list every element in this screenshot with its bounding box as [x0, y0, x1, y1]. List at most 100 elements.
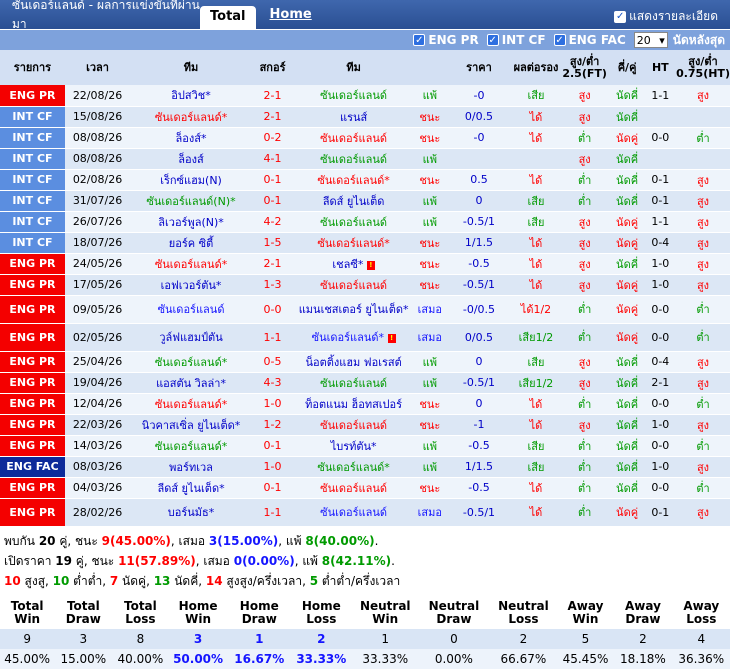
filter-eng-fac[interactable]: ✓ ENG FAC [553, 33, 626, 47]
filter-int-cf[interactable]: ✓ INT CF [486, 33, 546, 47]
home-team[interactable]: ซันเดอร์แลนด์* [130, 435, 252, 457]
home-team[interactable]: ยอร์ค ซิตี้ [130, 232, 252, 254]
match-score[interactable]: 0-1 [251, 477, 294, 499]
match-score[interactable]: 1-0 [251, 456, 294, 478]
home-team[interactable]: ลิเวอร์พูล(N)* [130, 211, 252, 233]
table-row[interactable]: ENG PR 28/02/26 บอร์นมัธ* 1-1 ซันเดอร์แลนด์เ… [0, 498, 730, 527]
match-score[interactable]: 2-1 [251, 253, 294, 275]
table-row[interactable]: ENG FAC 08/03/26 พอร์ทเวล 1-0 ซันเดอร์แลนด์*… [0, 456, 730, 478]
table-row[interactable]: ENG PR 24/05/26 ซันเดอร์แลนด์* 2-1 เชลซี* ! ช… [0, 253, 730, 275]
league-badge[interactable]: INT CF [0, 148, 65, 170]
home-team[interactable]: วูล์ฟแฮมป์ตัน [130, 323, 252, 352]
home-team[interactable]: ซันเดอร์แลนด์ [130, 295, 252, 324]
league-badge[interactable]: INT CF [0, 190, 65, 212]
home-team[interactable]: ล็องส์ [130, 148, 252, 170]
home-team[interactable]: ซันเดอร์แลนด์* [130, 106, 252, 128]
away-team[interactable]: ซันเดอร์แลนด์* [293, 169, 414, 191]
away-team[interactable]: ซันเดอร์แลนด์* ! [293, 323, 414, 352]
home-team[interactable]: ซันเดอร์แลนด์* [130, 351, 252, 373]
match-score[interactable]: 4-2 [251, 211, 294, 233]
away-team[interactable]: ซันเดอร์แลนด์ [293, 148, 414, 170]
home-team[interactable]: เร็กซ์แฮม(N) [130, 169, 252, 191]
filter-eng-pr[interactable]: ✓ ENG PR [413, 33, 479, 47]
league-badge[interactable]: INT CF [0, 211, 65, 233]
away-team[interactable]: แรนส์ [293, 106, 414, 128]
match-score[interactable]: 1-0 [251, 393, 294, 415]
table-row[interactable]: ENG PR 04/03/26 ลีดส์ ยูไนเต็ด* 0-1 ซันเดอร์… [0, 477, 730, 499]
match-score[interactable]: 1-3 [251, 274, 294, 296]
table-row[interactable]: INT CF 31/07/26 ซันเดอร์แลนด์(N)* 0-1 ลีดส์ … [0, 190, 730, 212]
away-team[interactable]: ลีดส์ ยูไนเต็ด [293, 190, 414, 212]
check-icon[interactable]: ✓ [413, 34, 426, 46]
match-score[interactable]: 0-1 [251, 435, 294, 457]
home-team[interactable]: ซันเดอร์แลนด์* [130, 393, 252, 415]
table-row[interactable]: INT CF 08/08/26 ล็องส์ 4-1 ซันเดอร์แลนด์ แพ้ ส… [0, 148, 730, 170]
table-row[interactable]: ENG PR 25/04/26 ซันเดอร์แลนด์* 0-5 น็อตติ้งแ… [0, 351, 730, 373]
table-row[interactable]: INT CF 18/07/26 ยอร์ค ซิตี้ 1-5 ซันเดอร์แลนด… [0, 232, 730, 254]
league-badge[interactable]: ENG PR [0, 498, 65, 527]
match-score[interactable]: 2-1 [251, 106, 294, 128]
away-team[interactable]: ซันเดอร์แลนด์ [293, 127, 414, 149]
home-team[interactable]: พอร์ทเวล [130, 456, 252, 478]
count-select[interactable]: 20 ▾ [633, 32, 668, 48]
table-row[interactable]: ENG PR 14/03/26 ซันเดอร์แลนด์* 0-1 ไบรท์ตัน*… [0, 435, 730, 457]
table-row[interactable]: ENG PR 12/04/26 ซันเดอร์แลนด์* 1-0 ท็อตแนม ฮ… [0, 393, 730, 415]
match-score[interactable]: 2-1 [251, 85, 294, 107]
league-badge[interactable]: INT CF [0, 169, 65, 191]
match-score[interactable]: 4-1 [251, 148, 294, 170]
league-badge[interactable]: ENG PR [0, 351, 65, 373]
match-score[interactable]: 0-1 [251, 169, 294, 191]
away-team[interactable]: ซันเดอร์แลนด์ [293, 498, 414, 527]
match-score[interactable]: 1-1 [251, 323, 294, 352]
home-team[interactable]: ซันเดอร์แลนด์* [130, 253, 252, 275]
home-team[interactable]: ล็องส์* [130, 127, 252, 149]
league-badge[interactable]: ENG PR [0, 414, 65, 436]
table-row[interactable]: ENG PR 19/04/26 แอสตัน วิลล่า* 4-3 ซันเดอร์แ… [0, 372, 730, 394]
league-badge[interactable]: ENG PR [0, 372, 65, 394]
table-row[interactable]: ENG PR 17/05/26 เอฟเวอร์ตัน* 1-3 ซันเดอร์แลน… [0, 274, 730, 296]
league-badge[interactable]: ENG FAC [0, 456, 65, 478]
check-icon[interactable]: ✓ [614, 10, 627, 23]
away-team[interactable]: ซันเดอร์แลนด์* [293, 232, 414, 254]
home-team[interactable]: ลีดส์ ยูไนเต็ด* [130, 477, 252, 499]
match-score[interactable]: 1-1 [251, 498, 294, 527]
table-row[interactable]: ENG PR 02/05/26 วูล์ฟแฮมป์ตัน 1-1 ซันเดอร์แล… [0, 323, 730, 352]
away-team[interactable]: ซันเดอร์แลนด์ [293, 414, 414, 436]
league-badge[interactable]: ENG PR [0, 435, 65, 457]
league-badge[interactable]: ENG PR [0, 323, 65, 352]
table-row[interactable]: ENG PR 22/03/26 นิวคาสเซิ่ล ยูไนเต็ด* 1-2 ซั… [0, 414, 730, 436]
home-team[interactable]: แอสตัน วิลล่า* [130, 372, 252, 394]
away-team[interactable]: ท็อตแนม ฮ็อทสเปอร์ [293, 393, 414, 415]
show-detail-toggle[interactable]: ✓ แสดงรายละเอียด [614, 7, 718, 26]
away-team[interactable]: ซันเดอร์แลนด์ [293, 274, 414, 296]
check-icon[interactable]: ✓ [553, 34, 566, 46]
league-badge[interactable]: INT CF [0, 106, 65, 128]
home-team[interactable]: ซันเดอร์แลนด์(N)* [130, 190, 252, 212]
table-row[interactable]: INT CF 26/07/26 ลิเวอร์พูล(N)* 4-2 ซันเดอร์แ… [0, 211, 730, 233]
league-badge[interactable]: ENG PR [0, 393, 65, 415]
match-score[interactable]: 0-2 [251, 127, 294, 149]
away-team[interactable]: ซันเดอร์แลนด์ [293, 85, 414, 107]
tab-total[interactable]: Total [200, 6, 256, 29]
table-row[interactable]: ENG PR 09/05/26 ซันเดอร์แลนด์ 0-0 แมนเชสเตอร… [0, 295, 730, 324]
match-score[interactable]: 0-5 [251, 351, 294, 373]
league-badge[interactable]: ENG PR [0, 253, 65, 275]
away-team[interactable]: ไบรท์ตัน* [293, 435, 414, 457]
away-team[interactable]: ซันเดอร์แลนด์ [293, 372, 414, 394]
away-team[interactable]: ซันเดอร์แลนด์ [293, 477, 414, 499]
match-score[interactable]: 1-2 [251, 414, 294, 436]
away-team[interactable]: น็อตติ้งแฮม ฟอเรสต์ [293, 351, 414, 373]
tab-home[interactable]: Home [270, 7, 312, 22]
match-score[interactable]: 0-1 [251, 190, 294, 212]
match-score[interactable]: 4-3 [251, 372, 294, 394]
away-team[interactable]: แมนเชสเตอร์ ยูไนเต็ด* [293, 295, 414, 324]
away-team[interactable]: ซันเดอร์แลนด์* [293, 456, 414, 478]
away-team[interactable]: ซันเดอร์แลนด์ [293, 211, 414, 233]
match-score[interactable]: 1-5 [251, 232, 294, 254]
away-team[interactable]: เชลซี* ! [293, 253, 414, 275]
league-badge[interactable]: INT CF [0, 127, 65, 149]
match-score[interactable]: 0-0 [251, 295, 294, 324]
league-badge[interactable]: ENG PR [0, 85, 65, 107]
home-team[interactable]: บอร์นมัธ* [130, 498, 252, 527]
league-badge[interactable]: ENG PR [0, 295, 65, 324]
